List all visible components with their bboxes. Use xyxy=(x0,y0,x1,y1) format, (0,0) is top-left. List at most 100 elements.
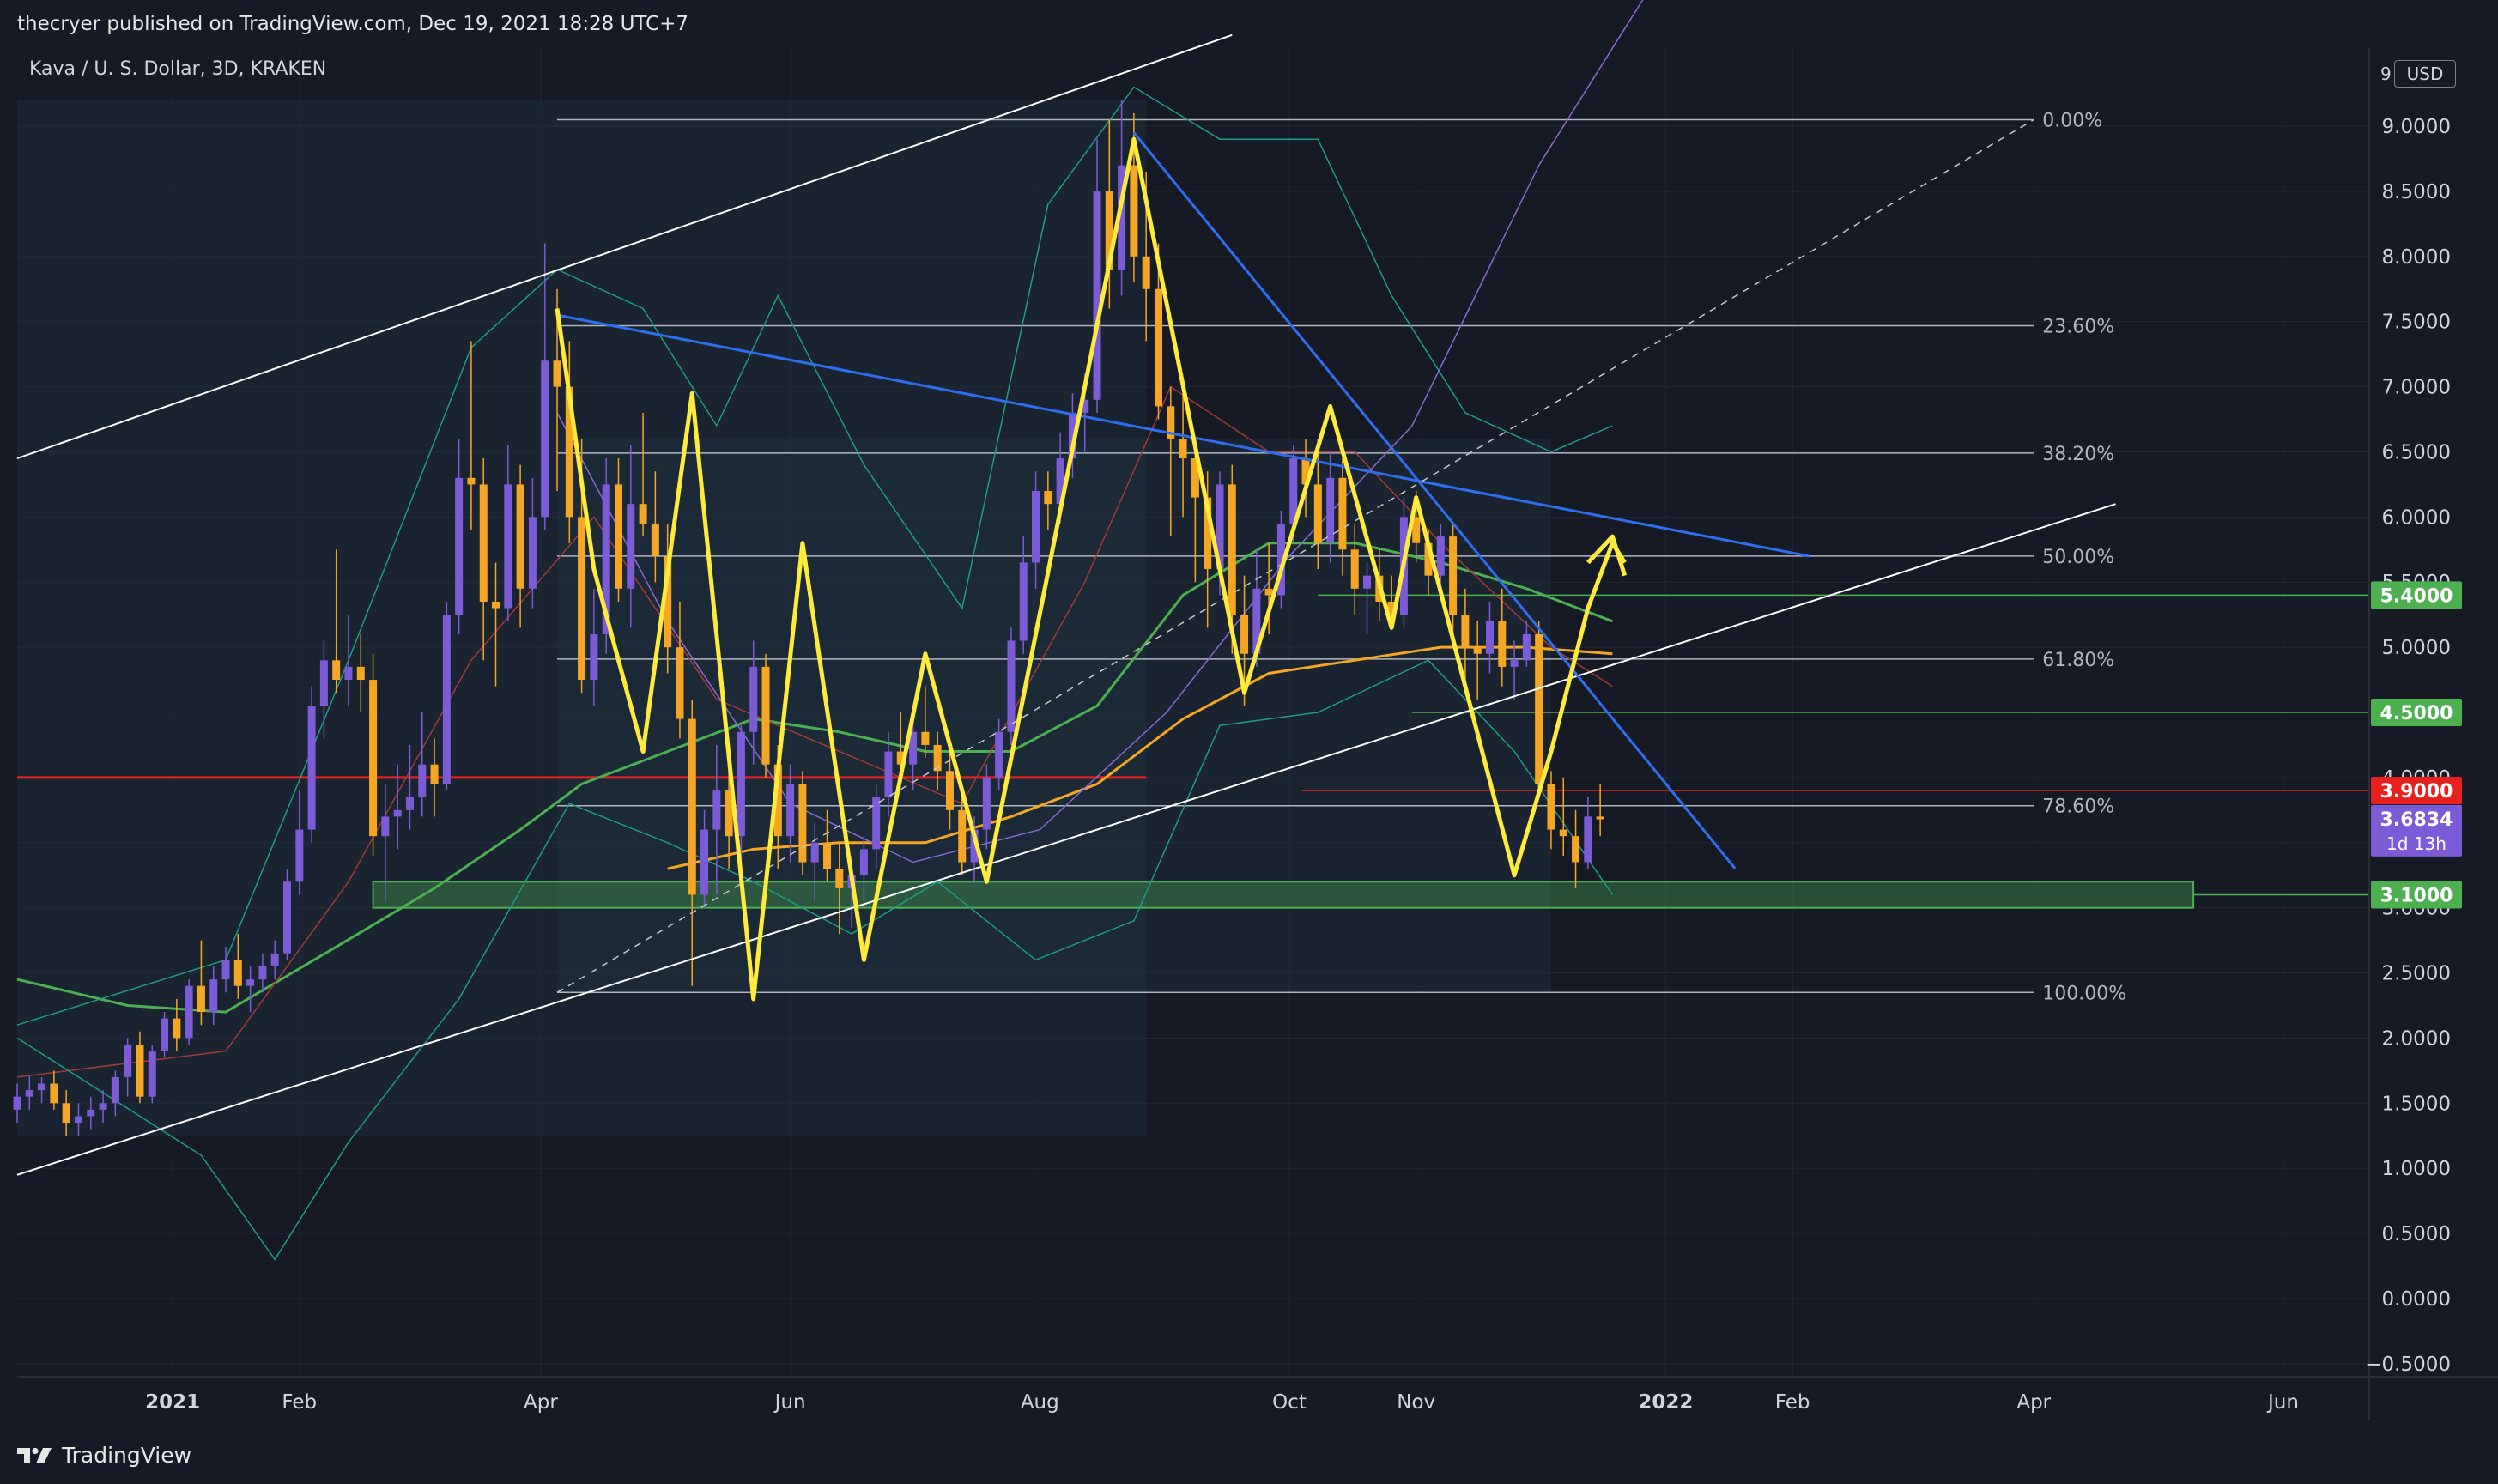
candle-body[interactable] xyxy=(38,1083,46,1091)
candle-body[interactable] xyxy=(1559,829,1567,837)
candle-body[interactable] xyxy=(1363,575,1372,589)
candle-body[interactable] xyxy=(859,849,868,875)
candle-body[interactable] xyxy=(295,829,304,882)
candle-body[interactable] xyxy=(344,666,353,681)
candle-body[interactable] xyxy=(872,797,881,850)
candle-body[interactable] xyxy=(798,784,807,863)
candle-body[interactable] xyxy=(749,666,758,732)
candle-body[interactable] xyxy=(823,842,832,869)
candle-body[interactable] xyxy=(50,1083,58,1104)
candle-body[interactable] xyxy=(1485,621,1494,654)
candle-body[interactable] xyxy=(369,680,378,837)
candle-body[interactable] xyxy=(700,829,709,895)
candle-body[interactable] xyxy=(442,615,451,784)
candle-body[interactable] xyxy=(99,1103,107,1110)
candle-body[interactable] xyxy=(221,960,230,980)
candle-body[interactable] xyxy=(1350,549,1359,589)
candle-body[interactable] xyxy=(1240,615,1249,654)
currency-selector[interactable]: USD xyxy=(2394,60,2456,88)
candle-body[interactable] xyxy=(1572,836,1580,863)
candle-body[interactable] xyxy=(492,602,500,609)
candle-body[interactable] xyxy=(945,771,954,810)
candle-body[interactable] xyxy=(87,1109,95,1117)
candle-body[interactable] xyxy=(62,1103,70,1124)
candle-body[interactable] xyxy=(1142,256,1150,289)
candle-body[interactable] xyxy=(467,477,476,485)
candle-body[interactable] xyxy=(1498,621,1507,667)
candle-body[interactable] xyxy=(13,1096,21,1110)
candle-body[interactable] xyxy=(786,784,795,837)
candle-body[interactable] xyxy=(528,517,537,589)
candle-body[interactable] xyxy=(197,985,205,1013)
candle-body[interactable] xyxy=(1510,660,1519,667)
candle-body[interactable] xyxy=(148,1051,156,1097)
candle-body[interactable] xyxy=(418,764,427,797)
candle-body[interactable] xyxy=(455,477,464,615)
candle-body[interactable] xyxy=(553,360,561,387)
candle-body[interactable] xyxy=(1584,816,1592,863)
candle-body[interactable] xyxy=(761,666,770,765)
candle-body[interactable] xyxy=(1338,477,1347,550)
candle-body[interactable] xyxy=(479,484,488,602)
candle-body[interactable] xyxy=(405,797,414,810)
candle-body[interactable] xyxy=(688,718,696,895)
candle-body[interactable] xyxy=(258,966,267,980)
candle-body[interactable] xyxy=(393,809,402,817)
tradingview-brand[interactable]: TradingView xyxy=(17,1443,191,1468)
candle-body[interactable] xyxy=(136,1045,144,1097)
candle-body[interactable] xyxy=(1154,288,1162,407)
candle-body[interactable] xyxy=(884,751,893,797)
candle-body[interactable] xyxy=(958,809,967,863)
candle-body[interactable] xyxy=(270,953,279,966)
candle-body[interactable] xyxy=(1522,633,1531,661)
candle-body[interactable] xyxy=(1044,491,1052,505)
candle-body[interactable] xyxy=(614,484,622,589)
candle-body[interactable] xyxy=(627,504,635,589)
candle-body[interactable] xyxy=(319,660,328,706)
candle-body[interactable] xyxy=(173,1018,181,1039)
candle-body[interactable] xyxy=(712,790,721,830)
candle-body[interactable] xyxy=(1179,439,1187,459)
candle-body[interactable] xyxy=(1535,633,1543,784)
support-zone[interactable] xyxy=(372,881,2195,909)
candle-body[interactable] xyxy=(1473,647,1482,654)
candle-body[interactable] xyxy=(25,1090,33,1097)
candle-body[interactable] xyxy=(1228,484,1236,615)
candle-body[interactable] xyxy=(111,1076,119,1104)
candle-body[interactable] xyxy=(995,731,1003,778)
candle-body[interactable] xyxy=(1130,165,1138,257)
candle-body[interactable] xyxy=(161,1018,169,1051)
candle-body[interactable] xyxy=(430,764,439,784)
candle-body[interactable] xyxy=(1032,491,1040,563)
candle-body[interactable] xyxy=(639,504,647,524)
symbol-legend[interactable]: Kava / U. S. Dollar, 3D, KRAKEN xyxy=(29,58,326,80)
candle-body[interactable] xyxy=(246,979,255,986)
candle-body[interactable] xyxy=(233,960,242,986)
candle-body[interactable] xyxy=(381,816,390,837)
candle-body[interactable] xyxy=(590,633,598,681)
candle-body[interactable] xyxy=(516,484,524,589)
candle-body[interactable] xyxy=(74,1116,82,1124)
candle-body[interactable] xyxy=(1313,484,1322,543)
candle-body[interactable] xyxy=(578,517,586,681)
candle-body[interactable] xyxy=(185,985,193,1039)
candle-body[interactable] xyxy=(1007,640,1016,732)
candle-body[interactable] xyxy=(124,1045,132,1077)
price-chart[interactable]: 0.00% 23.60% 38.20% 50.00% 61.80% 78.60% 100.0… xyxy=(0,0,2498,1428)
candle-body[interactable] xyxy=(283,881,292,954)
candle-body[interactable] xyxy=(1461,615,1470,648)
candle-body[interactable] xyxy=(651,523,659,556)
candle-body[interactable] xyxy=(356,666,365,681)
candle-body[interactable] xyxy=(1547,784,1555,830)
candle-body[interactable] xyxy=(982,777,991,830)
candle-body[interactable] xyxy=(737,731,745,837)
candle-body[interactable] xyxy=(810,842,819,863)
candle-body[interactable] xyxy=(209,979,218,1013)
candle-body[interactable] xyxy=(1596,816,1604,820)
candle-body[interactable] xyxy=(1436,536,1445,576)
candle-body[interactable] xyxy=(541,360,549,518)
candle-body[interactable] xyxy=(1449,536,1458,615)
candle-body[interactable] xyxy=(835,869,844,888)
candle-body[interactable] xyxy=(1093,191,1101,400)
candle-body[interactable] xyxy=(504,484,512,609)
